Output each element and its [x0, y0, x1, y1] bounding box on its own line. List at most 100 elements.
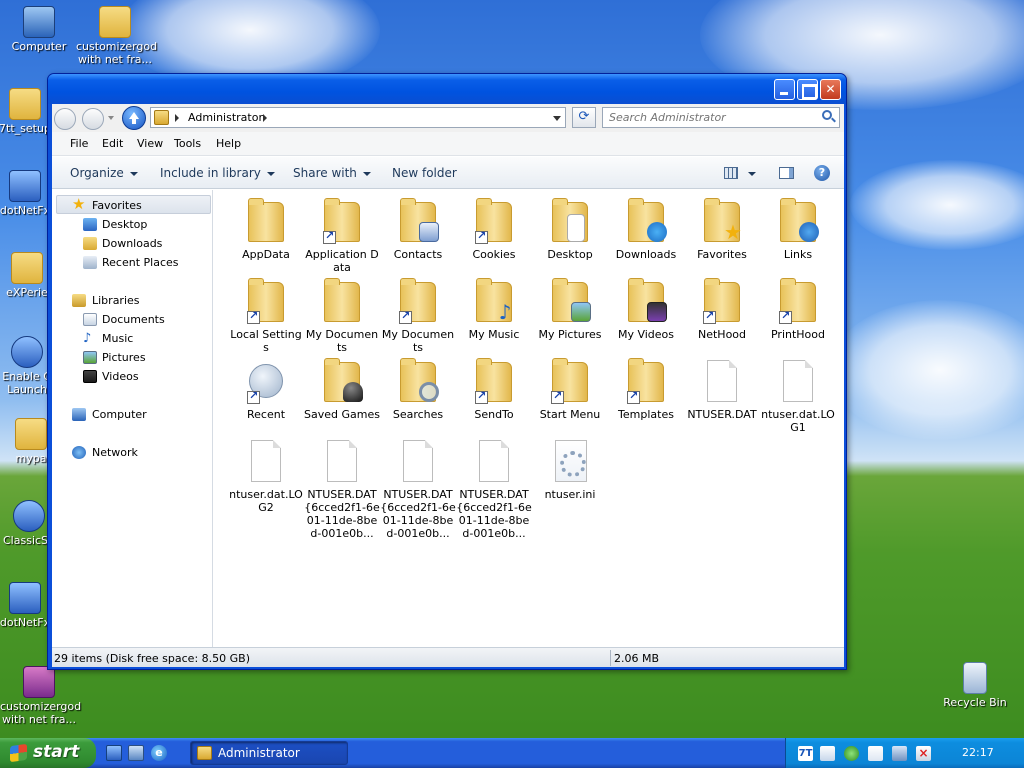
file-item[interactable]: ntuser.ini	[532, 438, 608, 501]
share-with-button[interactable]: Share with	[293, 166, 371, 180]
nav-downloads[interactable]: Downloads	[102, 237, 162, 250]
file-item[interactable]: SendTo	[456, 358, 532, 421]
network-status-icon[interactable]	[892, 746, 907, 761]
file-item[interactable]: My Pictures	[532, 278, 608, 341]
shortcut-arrow-icon	[323, 229, 336, 244]
internet-explorer-icon[interactable]: e	[151, 745, 167, 761]
taskbar-button-label: Administrator	[218, 746, 300, 760]
file-item[interactable]: Recent	[228, 358, 304, 421]
file-item[interactable]: Links	[760, 198, 836, 261]
change-view-icon[interactable]	[724, 167, 738, 179]
start-button[interactable]: start	[0, 738, 96, 768]
file-item[interactable]: Templates	[608, 358, 684, 421]
nav-favorites[interactable]: Favorites	[92, 199, 142, 212]
action-center-flag-icon[interactable]	[868, 746, 883, 761]
file-item[interactable]: Searches	[380, 358, 456, 421]
title-bar[interactable]: ✕	[48, 74, 846, 104]
folder-icon	[549, 278, 591, 324]
taskbar-button-administrator[interactable]: Administrator	[190, 741, 348, 765]
file-item[interactable]: NTUSER.DAT{6cced2f1-6e01-11de-8bed-001e0…	[456, 438, 532, 540]
file-item[interactable]: ♪ My Music	[456, 278, 532, 341]
document-icon-page	[251, 440, 281, 482]
nav-videos[interactable]: Videos	[102, 370, 139, 383]
volume-muted-icon[interactable]: ×	[916, 746, 931, 761]
breadcrumb-separator-icon[interactable]	[263, 114, 267, 122]
refresh-button[interactable]: ⟳	[572, 107, 596, 128]
organize-button[interactable]: Organize	[70, 166, 138, 180]
maximize-button[interactable]	[797, 79, 818, 100]
recent-pages-dropdown-icon[interactable]	[108, 116, 114, 120]
file-item[interactable]: NTUSER.DAT	[684, 358, 760, 421]
file-item-label: Links	[783, 248, 813, 261]
forward-button[interactable]	[82, 108, 104, 130]
file-item-label: NTUSER.DAT{6cced2f1-6e01-11de-8bed-001e0…	[380, 488, 456, 540]
new-folder-button[interactable]: New folder	[392, 166, 457, 180]
window-switcher-icon[interactable]	[128, 745, 144, 761]
desktop-icon-customizergod[interactable]: customizergod with net fra...	[76, 6, 157, 66]
desktop-icon-customizergod-rar[interactable]: customizergod with net fra...	[0, 666, 81, 726]
address-bar[interactable]: Administrator	[150, 107, 566, 128]
windows-logo-icon	[10, 743, 27, 763]
file-item[interactable]: PrintHood	[760, 278, 836, 341]
file-item[interactable]: Application Data	[304, 198, 380, 274]
menu-edit[interactable]: Edit	[102, 137, 123, 150]
file-item[interactable]: Saved Games	[304, 358, 380, 421]
address-dropdown-icon[interactable]	[553, 116, 561, 121]
show-desktop-icon[interactable]	[106, 745, 122, 761]
shortcut-arrow-icon	[475, 389, 488, 404]
file-item[interactable]: Cookies	[456, 198, 532, 261]
file-item[interactable]: Local Settings	[228, 278, 304, 354]
preview-pane-icon[interactable]	[779, 167, 794, 179]
nav-recent-places[interactable]: Recent Places	[102, 256, 179, 269]
file-item[interactable]: Start Menu	[532, 358, 608, 421]
view-options-dropdown-icon[interactable]	[748, 172, 756, 176]
desktop-icon-computer[interactable]: Computer	[0, 6, 78, 53]
close-button[interactable]: ✕	[820, 79, 841, 100]
nav-desktop[interactable]: Desktop	[102, 218, 147, 231]
breadcrumb-administrator[interactable]: Administrator	[188, 111, 263, 124]
breadcrumb-separator-icon[interactable]	[175, 114, 179, 122]
nav-documents[interactable]: Documents	[102, 313, 165, 326]
desktop-icon-recycle-bin[interactable]: Recycle Bin	[936, 662, 1014, 709]
help-icon[interactable]: ?	[814, 165, 830, 181]
search-icon[interactable]	[822, 110, 832, 120]
file-item[interactable]: My Videos	[608, 278, 684, 341]
file-item[interactable]: Contacts	[380, 198, 456, 261]
file-item[interactable]: Downloads	[608, 198, 684, 261]
up-button[interactable]	[122, 106, 146, 130]
menu-view[interactable]: View	[137, 137, 163, 150]
file-item[interactable]: Desktop	[532, 198, 608, 261]
nav-computer[interactable]: Computer	[92, 408, 147, 421]
nav-network[interactable]: Network	[92, 446, 138, 459]
nav-libraries[interactable]: Libraries	[92, 294, 140, 307]
file-item[interactable]: My Documents	[304, 278, 380, 354]
file-item[interactable]: NetHood	[684, 278, 760, 341]
folder-icon	[549, 198, 591, 244]
installer-icon	[9, 582, 41, 614]
menu-help[interactable]: Help	[216, 137, 241, 150]
file-item[interactable]: My Documents	[380, 278, 456, 354]
security-shield-icon[interactable]	[844, 746, 859, 761]
menu-tools[interactable]: Tools	[174, 137, 201, 150]
clock[interactable]: 22:17	[962, 746, 994, 759]
status-bar: 29 items (Disk free space: 8.50 GB) 2.06…	[52, 647, 844, 667]
file-item[interactable]: ntuser.dat.LOG1	[760, 358, 836, 434]
file-item[interactable]: AppData	[228, 198, 304, 261]
settings-file-icon-page	[555, 440, 587, 482]
minimize-button[interactable]	[774, 79, 795, 100]
menu-file[interactable]: File	[70, 137, 88, 150]
file-item[interactable]: NTUSER.DAT{6cced2f1-6e01-11de-8bed-001e0…	[304, 438, 380, 540]
document-icon-page	[479, 440, 509, 482]
back-button[interactable]	[54, 108, 76, 130]
file-item[interactable]: ★ Favorites	[684, 198, 760, 261]
nav-pictures[interactable]: Pictures	[102, 351, 146, 364]
include-in-library-button[interactable]: Include in library	[160, 166, 275, 180]
cloud	[850, 160, 1024, 250]
file-item[interactable]: NTUSER.DAT{6cced2f1-6e01-11de-8bed-001e0…	[380, 438, 456, 540]
7tt-icon[interactable]: 7T	[798, 746, 813, 761]
file-item[interactable]: ntuser.dat.LOG2	[228, 438, 304, 514]
search-input[interactable]	[602, 107, 840, 128]
nav-music[interactable]: Music	[102, 332, 133, 345]
start-label: start	[33, 742, 80, 762]
language-icon[interactable]	[820, 746, 835, 761]
